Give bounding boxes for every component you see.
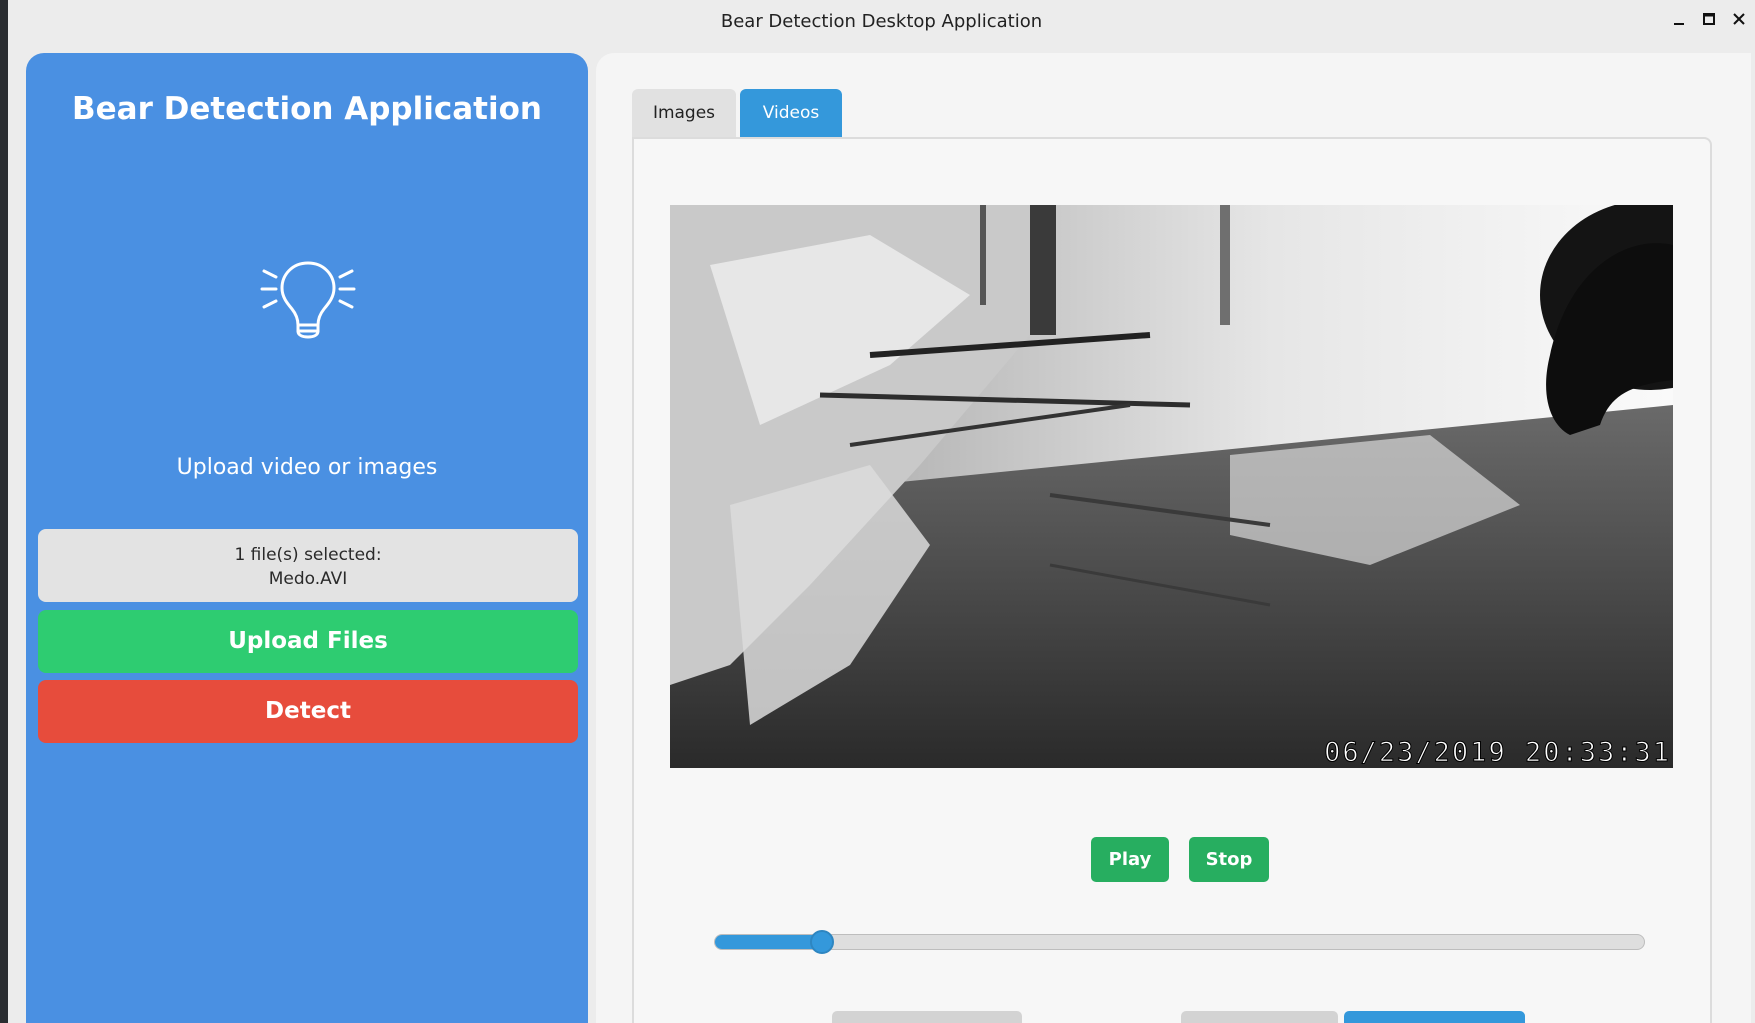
video-frame-image [670,205,1673,768]
file-status: 1 file(s) selected: Medo.AVI [38,529,578,602]
video-frame: 06/23/2019 20:33:31 [670,205,1673,768]
window-title: Bear Detection Desktop Application [720,11,1043,32]
maximize-icon[interactable] [1699,8,1719,30]
slider-fill [715,935,823,949]
upload-hint: Upload video or images [176,455,438,480]
app-window: Bear Detection Desktop Application Bear … [8,0,1755,1023]
title-bar: Bear Detection Desktop Application [8,0,1755,44]
video-progress-slider[interactable] [714,930,1645,954]
main-panel: Images Videos 06/23/2019 20:33:31 Play S… [596,53,1751,1023]
file-name-label: Medo.AVI [268,569,348,589]
app-title: Bear Detection Application [72,91,542,127]
upload-files-button[interactable]: Upload Files [38,610,578,673]
play-button[interactable]: Play [1091,837,1169,882]
stop-button[interactable]: Stop [1189,837,1269,882]
bottom-button-2[interactable] [1181,1011,1338,1023]
window-controls [1669,8,1749,30]
video-timestamp: 06/23/2019 20:33:31 [1324,737,1671,769]
minimize-icon[interactable] [1669,8,1689,30]
slider-handle[interactable] [809,930,834,954]
bottom-button-1[interactable] [832,1011,1022,1023]
file-count-label: 1 file(s) selected: [234,545,382,565]
detect-button[interactable]: Detect [38,680,578,743]
slider-track [714,934,1645,950]
close-icon[interactable] [1729,8,1749,30]
tab-videos[interactable]: Videos [740,89,842,137]
bottom-button-3[interactable] [1344,1011,1525,1023]
tab-images[interactable]: Images [632,89,736,137]
lightbulb-icon [260,261,356,339]
sidebar: Bear Detection Application Upload video … [26,53,588,1023]
